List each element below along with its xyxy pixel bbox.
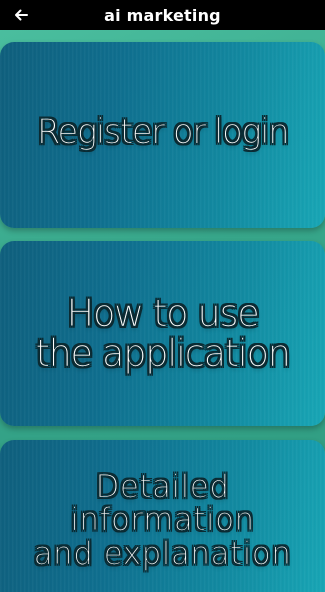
page-title: ai marketing xyxy=(104,5,221,25)
top-app-bar: ai marketing xyxy=(0,0,325,30)
how-to-use-label: How to use the application xyxy=(35,291,291,375)
detailed-information-button[interactable]: Detailed information and explanation xyxy=(0,440,325,592)
register-login-button[interactable]: Register or login xyxy=(0,42,325,228)
back-button[interactable] xyxy=(10,4,32,26)
app-screen: ai marketing Register or login How to us… xyxy=(0,0,325,592)
register-login-label: Register or login xyxy=(36,111,290,152)
how-to-use-button[interactable]: How to use the application xyxy=(0,241,325,426)
arrow-left-icon xyxy=(13,7,29,23)
detailed-information-label: Detailed information and explanation xyxy=(33,468,292,572)
